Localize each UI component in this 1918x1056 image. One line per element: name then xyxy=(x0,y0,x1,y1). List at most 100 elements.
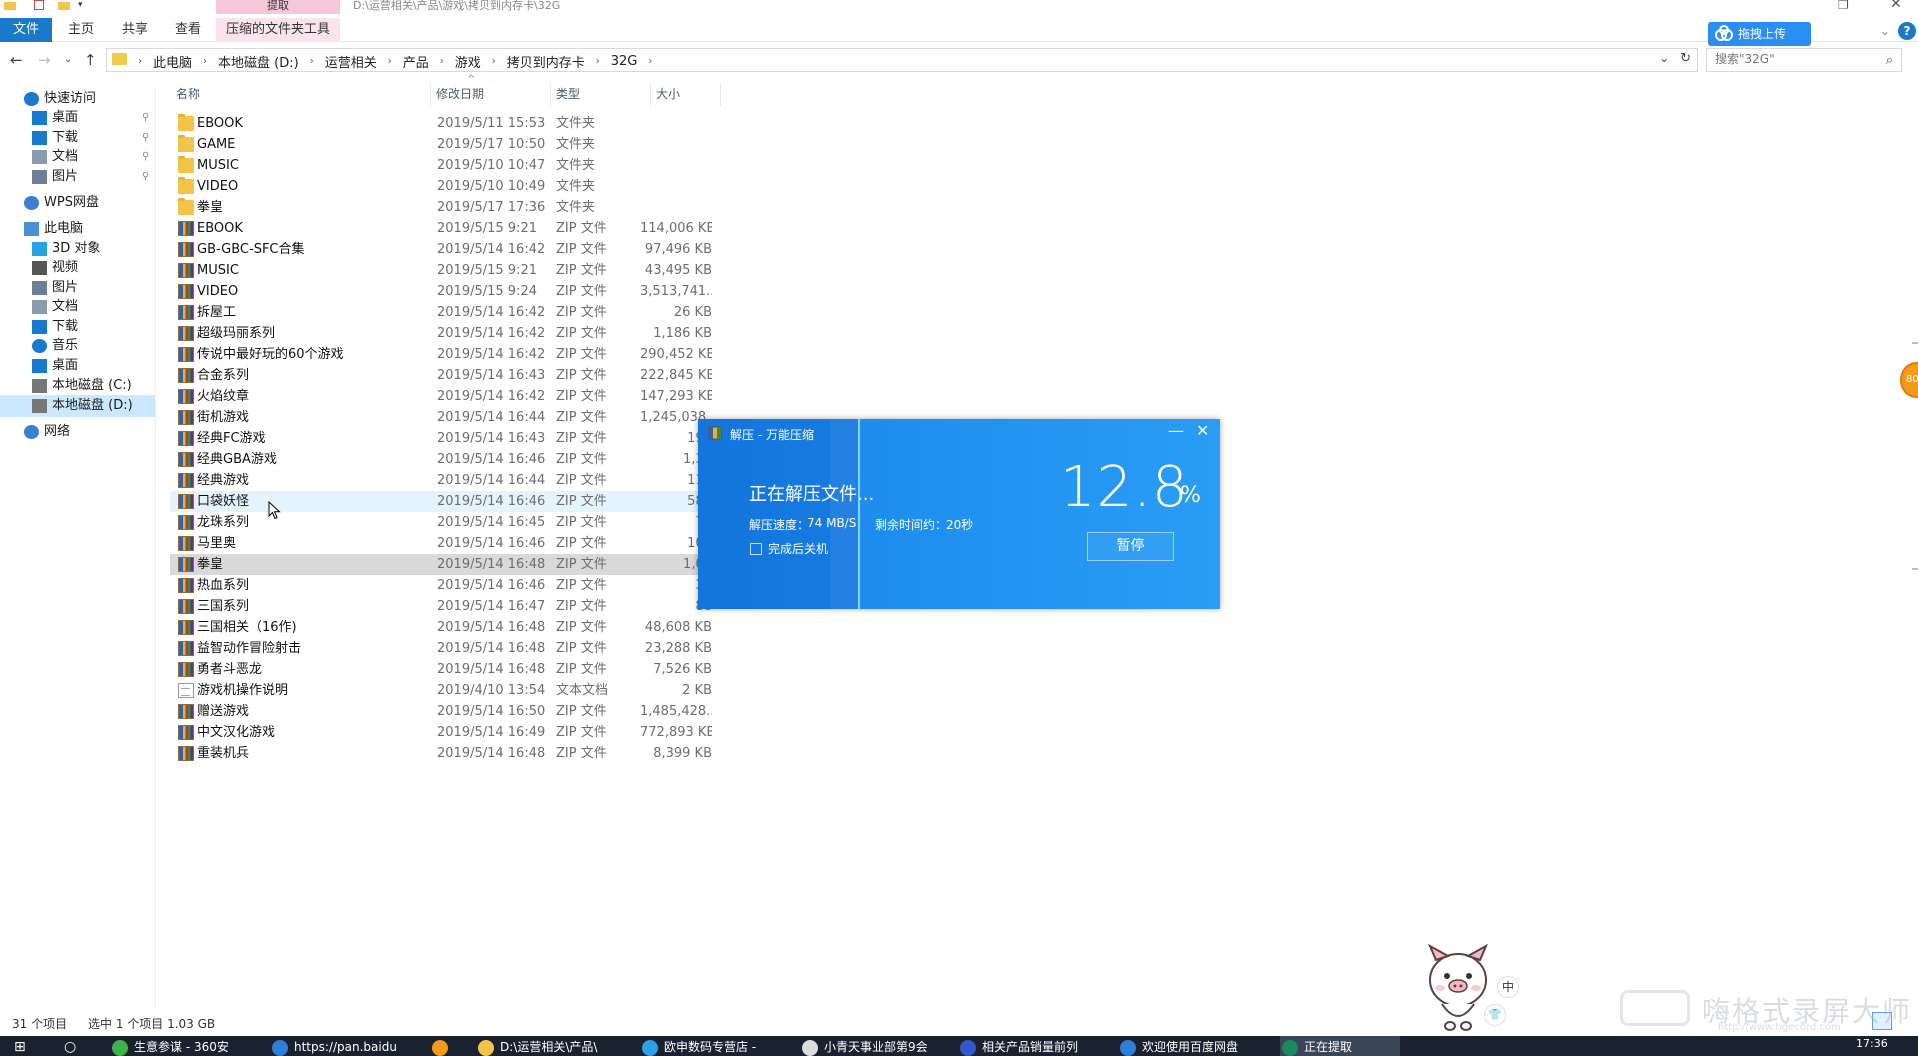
breadcrumb-item[interactable]: 拷贝到内存卡 xyxy=(501,52,591,71)
floating-widget-icon[interactable]: 80 xyxy=(1900,362,1918,398)
sidebar-item[interactable]: 网络 xyxy=(0,421,155,443)
taskbar-item[interactable]: 欢迎使用百度网盘 xyxy=(1118,1036,1270,1056)
sidebar-item[interactable]: 文档 ⚲ xyxy=(0,146,155,168)
file-row[interactable]: 三国相关（16作) 2019/5/14 16:48 ZIP 文件 48,608 KB xyxy=(170,617,750,638)
file-row[interactable]: 拳皇 2019/5/17 17:36 文件夹 xyxy=(170,197,750,218)
file-row[interactable]: GB-GBC-SFC合集 2019/5/14 16:42 ZIP 文件 97,496 … xyxy=(170,239,750,260)
tab-home[interactable]: 主页 xyxy=(68,20,94,40)
column-size[interactable]: 大小 xyxy=(650,84,720,104)
taskbar-item[interactable]: D:\运营相关\产品\ xyxy=(476,1036,630,1056)
sidebar-item[interactable]: 视频 xyxy=(0,257,155,279)
taskbar-item[interactable]: 小青天事业部第9会 xyxy=(800,1036,948,1056)
search-input[interactable] xyxy=(1715,52,1875,66)
address-history-icon[interactable]: ⌄ xyxy=(1659,51,1669,65)
file-row[interactable]: 街机游戏 2019/5/14 16:44 ZIP 文件 1,245,038... xyxy=(170,407,750,428)
breadcrumb-item[interactable]: 32G xyxy=(605,54,644,69)
sidebar-item[interactable]: 图片 ⚲ xyxy=(0,166,155,188)
column-divider[interactable] xyxy=(720,84,721,106)
breadcrumb-separator-icon[interactable]: › xyxy=(383,56,397,67)
file-row[interactable]: 马里奥2019/5/14 16:46ZIP 文件109 xyxy=(170,533,750,554)
ime-mode-indicator[interactable]: 中 xyxy=(1497,976,1519,998)
up-arrow-icon[interactable]: ↑ xyxy=(84,51,97,69)
file-row[interactable]: 勇者斗恶龙 2019/5/14 16:48 ZIP 文件 7,526 KB xyxy=(170,659,750,680)
column-name[interactable]: 名称 xyxy=(170,84,430,104)
close-window-button[interactable]: ✕ xyxy=(1890,0,1902,12)
ime-skin-icon[interactable]: 👕 xyxy=(1484,1004,1506,1026)
sidebar-item[interactable]: WPS网盘 xyxy=(0,192,155,214)
file-row[interactable]: 传说中最好玩的60个游戏 2019/5/14 16:42 ZIP 文件 290,452… xyxy=(170,344,750,365)
taskbar-clock[interactable]: 17:36 xyxy=(1856,1036,1888,1052)
file-row[interactable]: GAME 2019/5/17 10:50 文件夹 xyxy=(170,134,750,155)
taskbar-item[interactable]: 欧申数码专营店 - xyxy=(640,1036,790,1056)
breadcrumb-separator-icon[interactable]: › xyxy=(133,56,147,67)
file-row[interactable]: 赠送游戏 2019/5/14 16:50 ZIP 文件 1,485,428... xyxy=(170,701,750,722)
shutdown-checkbox-label[interactable]: 完成后关机 xyxy=(768,540,828,557)
taskbar-search-icon[interactable]: ○ xyxy=(64,1036,76,1056)
cloud-upload-button[interactable]: 拖拽上传 xyxy=(1708,22,1811,46)
file-row[interactable]: 合金系列 2019/5/14 16:43 ZIP 文件 222,845 KB xyxy=(170,365,750,386)
search-box[interactable]: ⌕ xyxy=(1706,48,1902,72)
breadcrumb-item[interactable]: 运营相关 xyxy=(319,52,383,71)
restore-window-button[interactable]: ❐ xyxy=(1838,0,1849,12)
file-row[interactable]: VIDEO 2019/5/15 9:24 ZIP 文件 3,513,741... xyxy=(170,281,750,302)
taskbar-item[interactable]: 相关产品销量前列 xyxy=(958,1036,1108,1056)
file-row[interactable]: 益智动作冒险射击 2019/5/14 16:48 ZIP 文件 23,288 KB xyxy=(170,638,750,659)
sidebar-item[interactable]: 音乐 xyxy=(0,335,155,357)
breadcrumb-item[interactable]: 游戏 xyxy=(449,52,487,71)
file-row[interactable]: 中文汉化游戏 2019/5/14 16:49 ZIP 文件 772,893 KB xyxy=(170,722,750,743)
column-type[interactable]: 类型 xyxy=(550,84,650,104)
properties-icon[interactable] xyxy=(34,0,44,10)
file-row[interactable]: 重装机兵 2019/5/14 16:48 ZIP 文件 8,399 KB xyxy=(170,743,750,764)
file-row[interactable]: EBOOK 2019/5/11 15:53 文件夹 xyxy=(170,113,750,134)
breadcrumb-item[interactable]: 产品 xyxy=(397,52,435,71)
file-row[interactable]: MUSIC 2019/5/15 9:21 ZIP 文件 43,495 KB xyxy=(170,260,750,281)
back-arrow-icon[interactable]: ← xyxy=(10,51,23,69)
file-row[interactable]: MUSIC 2019/5/10 10:47 文件夹 xyxy=(170,155,750,176)
refresh-icon[interactable]: ↻ xyxy=(1680,51,1691,66)
help-icon[interactable]: ? xyxy=(1898,22,1916,40)
folder-icon[interactable] xyxy=(4,2,16,10)
breadcrumb-separator-icon[interactable]: › xyxy=(305,56,319,67)
file-row[interactable]: 龙珠系列2019/5/14 16:45ZIP 文件74 xyxy=(170,512,750,533)
taskbar-item[interactable]: 正在提取 xyxy=(1280,1036,1400,1056)
breadcrumb-separator-icon[interactable]: › xyxy=(435,56,449,67)
file-row[interactable]: 口袋妖怪2019/5/14 16:46ZIP 文件584 xyxy=(170,491,750,512)
file-row[interactable]: 热血系列2019/5/14 16:46ZIP 文件39 xyxy=(170,575,750,596)
breadcrumb-separator-icon[interactable]: › xyxy=(591,56,605,67)
shutdown-checkbox[interactable] xyxy=(750,543,762,555)
tab-view[interactable]: 查看 xyxy=(175,20,201,40)
tab-share[interactable]: 共享 xyxy=(122,20,148,40)
file-row[interactable]: EBOOK 2019/5/15 9:21 ZIP 文件 114,006 KB xyxy=(170,218,750,239)
breadcrumb-separator-icon[interactable]: › xyxy=(643,56,657,67)
breadcrumb-item[interactable]: 此电脑 xyxy=(147,52,198,71)
sidebar-item[interactable]: 本地磁盘 (D:) xyxy=(0,395,155,417)
file-row[interactable]: 火焰纹章 2019/5/14 16:42 ZIP 文件 147,293 KB xyxy=(170,386,750,407)
sidebar-item[interactable]: 桌面 xyxy=(0,355,155,377)
sidebar-item[interactable]: 文档 xyxy=(0,296,155,318)
taskbar-item[interactable] xyxy=(430,1036,466,1056)
file-row[interactable]: 经典FC游戏2019/5/14 16:43ZIP 文件190 xyxy=(170,428,750,449)
file-row[interactable]: 拳皇2019/5/14 16:48ZIP 文件1,08 xyxy=(170,554,750,575)
taskbar-item[interactable]: 生意参谋 - 360安 xyxy=(110,1036,260,1056)
sidebar-item[interactable]: 此电脑 xyxy=(0,218,155,240)
pause-button[interactable]: 暂停 xyxy=(1087,532,1174,561)
tab-compressed-folder-tools[interactable]: 压缩的文件夹工具 xyxy=(216,18,340,42)
file-row[interactable]: 经典游戏2019/5/14 16:44ZIP 文件117 xyxy=(170,470,750,491)
column-date[interactable]: 修改日期 xyxy=(430,84,550,104)
taskbar-item[interactable]: https://pan.baidu xyxy=(270,1036,420,1056)
tab-file[interactable]: 文件 xyxy=(0,18,52,42)
file-row[interactable]: VIDEO 2019/5/10 10:49 文件夹 xyxy=(170,176,750,197)
file-row[interactable]: 拆屋工 2019/5/14 16:42 ZIP 文件 26 KB xyxy=(170,302,750,323)
breadcrumb-separator-icon[interactable]: › xyxy=(487,56,501,67)
breadcrumb-separator-icon[interactable]: › xyxy=(198,56,212,67)
windows-start-icon[interactable]: ⊞ xyxy=(14,1036,26,1056)
minimize-dialog-button[interactable]: — xyxy=(1168,421,1184,440)
expand-ribbon-icon[interactable]: ⌄ xyxy=(1880,24,1890,38)
breadcrumb-item[interactable]: 本地磁盘 (D:) xyxy=(212,52,305,71)
sidebar-item[interactable]: 桌面 ⚲ xyxy=(0,107,155,129)
file-row[interactable]: 游戏机操作说明 2019/4/10 13:54 文本文档 2 KB xyxy=(170,680,750,701)
address-bar[interactable]: › 此电脑 › 本地磁盘 (D:) › 运营相关 › 产品 › 游戏 › 拷贝到内存卡 › 32G › ⌄ … xyxy=(106,48,1698,72)
file-row[interactable]: 超级玛丽系列 2019/5/14 16:42 ZIP 文件 1,186 KB xyxy=(170,323,750,344)
forward-arrow-icon[interactable]: → xyxy=(38,51,51,69)
search-icon[interactable]: ⌕ xyxy=(1886,53,1893,68)
